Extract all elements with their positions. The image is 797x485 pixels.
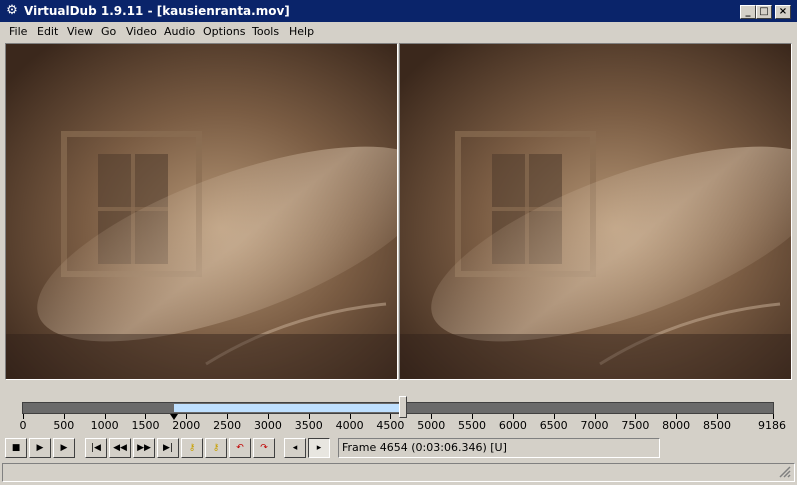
next-scene-icon: ↷ bbox=[260, 443, 268, 453]
maximize-icon: □ bbox=[759, 6, 769, 17]
timeline-tick-label: 4000 bbox=[335, 419, 364, 432]
go-start-icon: |◀ bbox=[91, 443, 101, 453]
timeline-tick-label: 500 bbox=[53, 419, 75, 432]
menu-view[interactable]: View bbox=[67, 25, 93, 39]
output-video-pane[interactable] bbox=[399, 43, 792, 380]
go-end-button[interactable]: ▶| bbox=[157, 438, 179, 458]
go-end-icon: ▶| bbox=[163, 443, 173, 453]
prev-frame-button[interactable]: ◀◀ bbox=[109, 438, 131, 458]
timeline-tick-label: 5500 bbox=[458, 419, 487, 432]
output-frame-image bbox=[400, 44, 791, 379]
next-scene-button[interactable]: ↷ bbox=[253, 438, 275, 458]
stop-button[interactable]: ■ bbox=[5, 438, 27, 458]
timeline-tick-label: 7500 bbox=[621, 419, 650, 432]
menu-bar: File Edit View Go Video Audio Options To… bbox=[0, 22, 797, 42]
mark-in-icon: ◂ bbox=[292, 443, 298, 453]
title-bar: ⚙ VirtualDub 1.9.11 - [kausienranta.mov]… bbox=[0, 0, 797, 22]
go-start-button[interactable]: |◀ bbox=[85, 438, 107, 458]
menu-go[interactable]: Go bbox=[101, 25, 116, 39]
timeline-tick-label: 6500 bbox=[539, 419, 568, 432]
window-title: VirtualDub 1.9.11 - [kausienranta.mov] bbox=[24, 4, 290, 18]
menu-help[interactable]: Help bbox=[289, 25, 314, 39]
play-output-button[interactable]: ▶ bbox=[53, 438, 75, 458]
selection-range bbox=[174, 404, 403, 412]
timeline-tick-label: 8000 bbox=[662, 419, 691, 432]
close-button[interactable]: × bbox=[775, 5, 791, 19]
timeline-tick-label: 4500 bbox=[376, 419, 405, 432]
menu-file[interactable]: File bbox=[9, 25, 27, 39]
prev-scene-icon: ↶ bbox=[236, 443, 244, 453]
mark-in-button[interactable]: ◂ bbox=[284, 438, 306, 458]
status-bar bbox=[2, 463, 795, 482]
play-input-button[interactable]: ▶ bbox=[29, 438, 51, 458]
frame-status: Frame 4654 (0:03:06.346) [U] bbox=[338, 438, 660, 458]
prev-frame-icon: ◀◀ bbox=[113, 443, 127, 453]
timeline-tick-label: 0 bbox=[19, 419, 27, 432]
timeline-slider[interactable] bbox=[22, 396, 774, 418]
input-frame-image bbox=[6, 44, 397, 379]
prev-key-button[interactable]: ⚷ bbox=[181, 438, 203, 458]
timeline-thumb[interactable] bbox=[398, 396, 407, 418]
menu-tools[interactable]: Tools bbox=[252, 25, 279, 39]
menu-options[interactable]: Options bbox=[203, 25, 245, 39]
next-frame-button[interactable]: ▶▶ bbox=[133, 438, 155, 458]
timeline-tick-label: 1500 bbox=[131, 419, 160, 432]
timeline-tick-label: 3500 bbox=[294, 419, 323, 432]
play-input-icon: ▶ bbox=[36, 443, 44, 453]
menu-video[interactable]: Video bbox=[126, 25, 157, 39]
next-frame-icon: ▶▶ bbox=[137, 443, 151, 453]
next-key-button[interactable]: ⚷ bbox=[205, 438, 227, 458]
prev-key-icon: ⚷ bbox=[188, 443, 196, 453]
menu-edit[interactable]: Edit bbox=[37, 25, 58, 39]
virtualdub-logo-icon: ⚙ bbox=[6, 3, 18, 18]
resize-grip-icon[interactable] bbox=[779, 466, 791, 478]
minimize-button[interactable]: _ bbox=[740, 5, 756, 19]
timeline-tick-label: 1000 bbox=[90, 419, 119, 432]
timeline-tick-label: 3000 bbox=[253, 419, 282, 432]
timeline-tick-label: 5000 bbox=[417, 419, 446, 432]
close-icon: × bbox=[778, 6, 788, 17]
maximize-button[interactable]: □ bbox=[756, 5, 772, 19]
timeline-tick-label: 8500 bbox=[702, 419, 731, 432]
prev-scene-button[interactable]: ↶ bbox=[229, 438, 251, 458]
play-output-icon: ▶ bbox=[60, 443, 68, 453]
mark-out-button[interactable]: ▸ bbox=[308, 438, 330, 458]
timeline-tick-label: 7000 bbox=[580, 419, 609, 432]
menu-audio[interactable]: Audio bbox=[164, 25, 195, 39]
stop-icon: ■ bbox=[11, 443, 21, 453]
next-key-icon: ⚷ bbox=[212, 443, 220, 453]
input-video-pane[interactable] bbox=[5, 43, 398, 380]
timeline-tick-label: 2500 bbox=[213, 419, 242, 432]
minimize-icon: _ bbox=[745, 6, 751, 17]
timeline-tick-label: 9186 bbox=[758, 419, 786, 432]
timeline-tick-label: 6000 bbox=[498, 419, 527, 432]
timeline-tick-label: 2000 bbox=[172, 419, 201, 432]
mark-out-icon: ▸ bbox=[316, 443, 322, 453]
